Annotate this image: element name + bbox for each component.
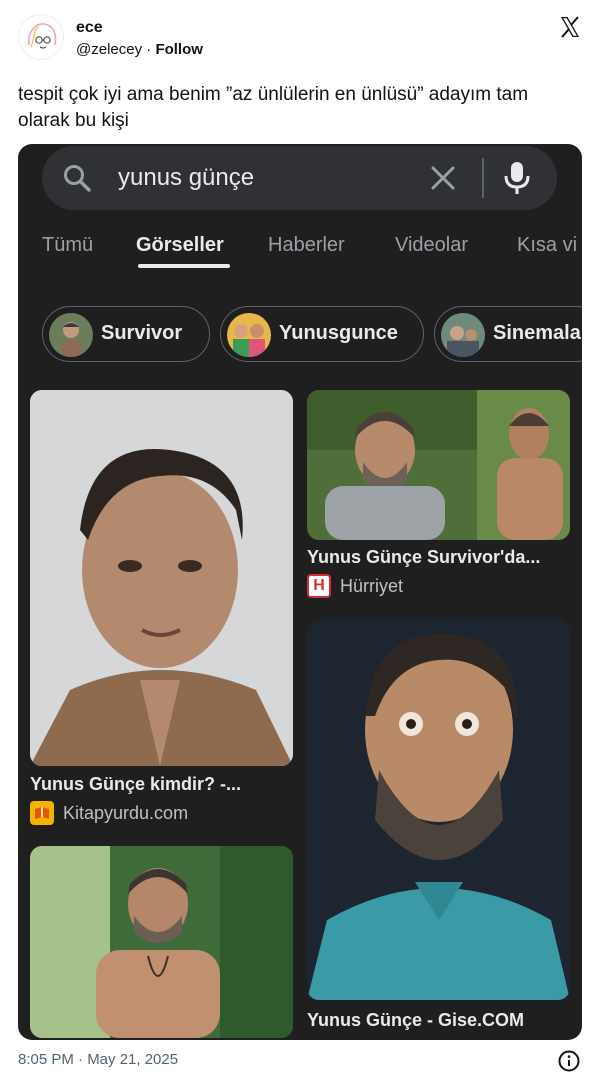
result-image-4[interactable] — [30, 846, 293, 1038]
mic-icon[interactable] — [502, 160, 532, 196]
result-source: Hürriyet — [340, 576, 404, 596]
chip-label: Survivor — [101, 322, 183, 344]
result-image-survivor[interactable] — [307, 390, 570, 540]
embedded-screenshot[interactable]: yunus günçe Tümü Görseller Haberler Vide… — [18, 144, 582, 1040]
result-title[interactable]: Yunus Günçe - Gise.COM — [307, 1010, 524, 1031]
tab-news[interactable]: Haberler — [268, 234, 345, 257]
result-image-gise[interactable] — [307, 620, 570, 1000]
clear-icon[interactable] — [428, 163, 458, 193]
avatar[interactable] — [18, 14, 64, 60]
author-handle[interactable]: @zelecey — [76, 41, 142, 58]
search-query[interactable]: yunus günçe — [118, 164, 254, 192]
chip-yunusgunce[interactable]: Yunusgunce — [220, 306, 424, 362]
search-divider — [482, 158, 484, 198]
result-photo — [307, 620, 570, 1000]
handle-separator: · — [146, 41, 152, 58]
tab-videos[interactable]: Videolar — [395, 234, 468, 257]
x-logo-icon[interactable] — [558, 15, 582, 39]
search-icon — [64, 165, 91, 192]
result-title[interactable]: Yunus Günçe Survivor'da... — [307, 547, 540, 568]
result-title[interactable]: Yunus Günçe kimdir? -... — [30, 774, 241, 795]
tweet-timestamp[interactable]: 8:05 PM · May 21, 2025 — [18, 1051, 178, 1068]
tab-all[interactable]: Tümü — [42, 234, 93, 257]
result-source: Kitapyurdu.com — [63, 803, 189, 823]
result-photo — [307, 390, 570, 540]
chip-thumbnail — [227, 313, 271, 357]
chip-label: Sinemala — [493, 322, 581, 344]
tab-images[interactable]: Görseller — [136, 234, 224, 257]
kitapyurdu-favicon-icon — [30, 801, 54, 825]
filter-chips: Survivor Yunusgunce Sinemala — [18, 306, 582, 362]
search-tabs: Tümü Görseller Haberler Videolar Kısa vi — [18, 228, 582, 272]
info-icon[interactable] — [558, 1050, 580, 1072]
chip-sinemalar[interactable]: Sinemala — [434, 306, 582, 362]
hurriyet-favicon-icon: H — [307, 574, 331, 598]
active-tab-indicator — [138, 264, 230, 268]
follow-button[interactable]: Follow — [155, 41, 203, 58]
author-handle-row: @zelecey · Follow — [76, 41, 203, 58]
chip-thumbnail — [441, 313, 485, 357]
line-art-avatar-icon — [20, 16, 63, 59]
author-name[interactable]: ece — [76, 19, 103, 37]
chip-thumbnail — [49, 313, 93, 357]
result-photo — [30, 846, 293, 1038]
chip-label: Yunusgunce — [279, 322, 398, 344]
favicon-letter: H — [309, 576, 329, 596]
tab-short-videos[interactable]: Kısa vi — [517, 234, 577, 257]
tweet-text: tespit çok iyi ama benim ”az ünlülerin e… — [18, 84, 529, 131]
result-photo — [30, 390, 293, 766]
chip-survivor[interactable]: Survivor — [42, 306, 210, 362]
search-bar[interactable]: yunus günçe — [42, 146, 557, 210]
result-image-kimdir[interactable] — [30, 390, 293, 766]
